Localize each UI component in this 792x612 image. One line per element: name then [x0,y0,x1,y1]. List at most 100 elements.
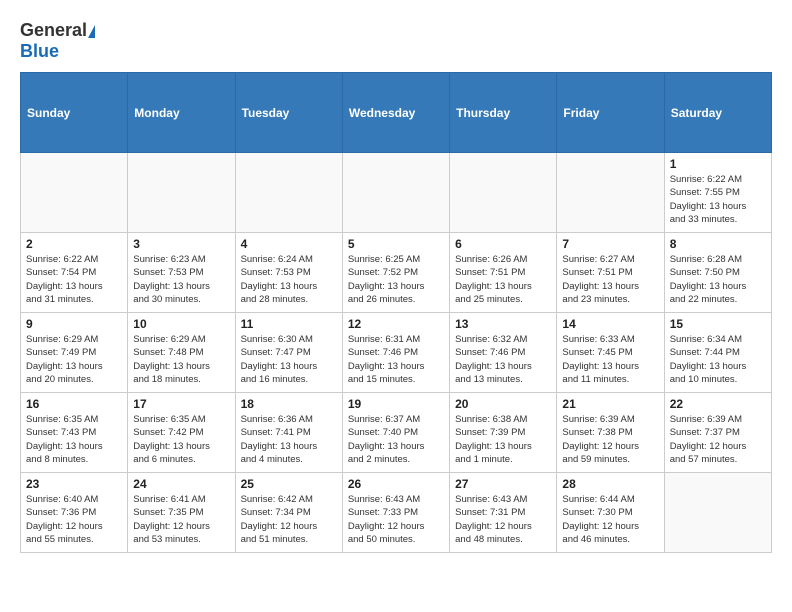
calendar-cell: 21 Sunrise: 6:39 AM Sunset: 7:38 PM Dayli… [557,393,664,473]
calendar-cell: 10 Sunrise: 6:29 AM Sunset: 7:48 PM Dayli… [128,313,235,393]
calendar-cell: 20 Sunrise: 6:38 AM Sunset: 7:39 PM Dayli… [450,393,557,473]
calendar-cell: 4 Sunrise: 6:24 AM Sunset: 7:53 PM Daylig… [235,233,342,313]
day-number: 16 [26,397,122,411]
day-number: 6 [455,237,551,251]
day-info: Sunrise: 6:43 AM Sunset: 7:33 PM Dayligh… [348,493,444,546]
day-number: 15 [670,317,766,331]
day-info: Sunrise: 6:39 AM Sunset: 7:37 PM Dayligh… [670,413,766,466]
calendar-cell: 8 Sunrise: 6:28 AM Sunset: 7:50 PM Daylig… [664,233,771,313]
day-info: Sunrise: 6:23 AM Sunset: 7:53 PM Dayligh… [133,253,229,306]
calendar-cell: 11 Sunrise: 6:30 AM Sunset: 7:47 PM Dayli… [235,313,342,393]
day-number: 9 [26,317,122,331]
day-info: Sunrise: 6:35 AM Sunset: 7:42 PM Dayligh… [133,413,229,466]
day-info: Sunrise: 6:36 AM Sunset: 7:41 PM Dayligh… [241,413,337,466]
logo-blue-text: Blue [20,41,59,61]
calendar-cell: 7 Sunrise: 6:27 AM Sunset: 7:51 PM Daylig… [557,233,664,313]
calendar-cell: 15 Sunrise: 6:34 AM Sunset: 7:44 PM Dayli… [664,313,771,393]
day-info: Sunrise: 6:38 AM Sunset: 7:39 PM Dayligh… [455,413,551,466]
weekday-header-tuesday: Tuesday [235,73,342,153]
day-number: 12 [348,317,444,331]
weekday-header-thursday: Thursday [450,73,557,153]
calendar-cell: 18 Sunrise: 6:36 AM Sunset: 7:41 PM Dayli… [235,393,342,473]
weekday-header-saturday: Saturday [664,73,771,153]
day-number: 25 [241,477,337,491]
calendar-table: SundayMondayTuesdayWednesdayThursdayFrid… [20,72,772,553]
calendar-cell: 1 Sunrise: 6:22 AM Sunset: 7:55 PM Daylig… [664,153,771,233]
calendar-cell: 27 Sunrise: 6:43 AM Sunset: 7:31 PM Dayli… [450,473,557,553]
calendar-cell [128,153,235,233]
day-info: Sunrise: 6:22 AM Sunset: 7:54 PM Dayligh… [26,253,122,306]
day-number: 23 [26,477,122,491]
day-info: Sunrise: 6:44 AM Sunset: 7:30 PM Dayligh… [562,493,658,546]
day-info: Sunrise: 6:35 AM Sunset: 7:43 PM Dayligh… [26,413,122,466]
day-number: 11 [241,317,337,331]
logo-triangle-icon [88,25,95,38]
calendar-cell: 23Sunrise: 6:40 AM Sunset: 7:36 PM Dayli… [21,473,128,553]
day-number: 2 [26,237,122,251]
day-number: 26 [348,477,444,491]
calendar-cell: 14 Sunrise: 6:33 AM Sunset: 7:45 PM Dayli… [557,313,664,393]
calendar-cell: 17 Sunrise: 6:35 AM Sunset: 7:42 PM Dayli… [128,393,235,473]
day-info: Sunrise: 6:29 AM Sunset: 7:48 PM Dayligh… [133,333,229,386]
day-number: 17 [133,397,229,411]
calendar-cell: 12Sunrise: 6:31 AM Sunset: 7:46 PM Dayli… [342,313,449,393]
weekday-header-friday: Friday [557,73,664,153]
calendar-cell: 19Sunrise: 6:37 AM Sunset: 7:40 PM Dayli… [342,393,449,473]
day-info: Sunrise: 6:25 AM Sunset: 7:52 PM Dayligh… [348,253,444,306]
day-info: Sunrise: 6:43 AM Sunset: 7:31 PM Dayligh… [455,493,551,546]
day-number: 3 [133,237,229,251]
weekday-header-wednesday: Wednesday [342,73,449,153]
calendar-cell: 13 Sunrise: 6:32 AM Sunset: 7:46 PM Dayli… [450,313,557,393]
calendar-cell [450,153,557,233]
logo-general-text: General [20,20,87,40]
day-info: Sunrise: 6:22 AM Sunset: 7:55 PM Dayligh… [670,173,766,226]
day-info: Sunrise: 6:34 AM Sunset: 7:44 PM Dayligh… [670,333,766,386]
day-number: 7 [562,237,658,251]
day-number: 20 [455,397,551,411]
page-header: General Blue [20,20,772,62]
day-number: 4 [241,237,337,251]
day-info: Sunrise: 6:26 AM Sunset: 7:51 PM Dayligh… [455,253,551,306]
day-number: 5 [348,237,444,251]
calendar-cell: 25 Sunrise: 6:42 AM Sunset: 7:34 PM Dayli… [235,473,342,553]
calendar-cell [557,153,664,233]
day-info: Sunrise: 6:29 AM Sunset: 7:49 PM Dayligh… [26,333,122,386]
day-number: 14 [562,317,658,331]
day-number: 13 [455,317,551,331]
calendar-cell: 26 Sunrise: 6:43 AM Sunset: 7:33 PM Dayli… [342,473,449,553]
day-info: Sunrise: 6:32 AM Sunset: 7:46 PM Dayligh… [455,333,551,386]
day-info: Sunrise: 6:28 AM Sunset: 7:50 PM Dayligh… [670,253,766,306]
logo: General Blue [20,20,95,62]
calendar-cell: 28 Sunrise: 6:44 AM Sunset: 7:30 PM Dayli… [557,473,664,553]
calendar-cell [664,473,771,553]
calendar-cell: 24 Sunrise: 6:41 AM Sunset: 7:35 PM Dayli… [128,473,235,553]
day-number: 8 [670,237,766,251]
day-number: 10 [133,317,229,331]
day-number: 18 [241,397,337,411]
day-info: Sunrise: 6:30 AM Sunset: 7:47 PM Dayligh… [241,333,337,386]
day-number: 28 [562,477,658,491]
weekday-header-sunday: Sunday [21,73,128,153]
calendar-cell: 6 Sunrise: 6:26 AM Sunset: 7:51 PM Daylig… [450,233,557,313]
day-number: 21 [562,397,658,411]
calendar-cell: 16 Sunrise: 6:35 AM Sunset: 7:43 PM Dayli… [21,393,128,473]
day-info: Sunrise: 6:33 AM Sunset: 7:45 PM Dayligh… [562,333,658,386]
calendar-cell: 22 Sunrise: 6:39 AM Sunset: 7:37 PM Dayli… [664,393,771,473]
day-number: 24 [133,477,229,491]
calendar-cell: 5 Sunrise: 6:25 AM Sunset: 7:52 PM Daylig… [342,233,449,313]
day-number: 1 [670,157,766,171]
calendar-cell [235,153,342,233]
calendar-cell: 3 Sunrise: 6:23 AM Sunset: 7:53 PM Daylig… [128,233,235,313]
day-number: 19 [348,397,444,411]
day-info: Sunrise: 6:41 AM Sunset: 7:35 PM Dayligh… [133,493,229,546]
day-info: Sunrise: 6:42 AM Sunset: 7:34 PM Dayligh… [241,493,337,546]
calendar-cell [342,153,449,233]
day-info: Sunrise: 6:39 AM Sunset: 7:38 PM Dayligh… [562,413,658,466]
calendar-cell [21,153,128,233]
day-info: Sunrise: 6:24 AM Sunset: 7:53 PM Dayligh… [241,253,337,306]
calendar-cell: 2 Sunrise: 6:22 AM Sunset: 7:54 PM Daylig… [21,233,128,313]
day-info: Sunrise: 6:27 AM Sunset: 7:51 PM Dayligh… [562,253,658,306]
day-number: 22 [670,397,766,411]
calendar-cell: 9 Sunrise: 6:29 AM Sunset: 7:49 PM Daylig… [21,313,128,393]
day-number: 27 [455,477,551,491]
